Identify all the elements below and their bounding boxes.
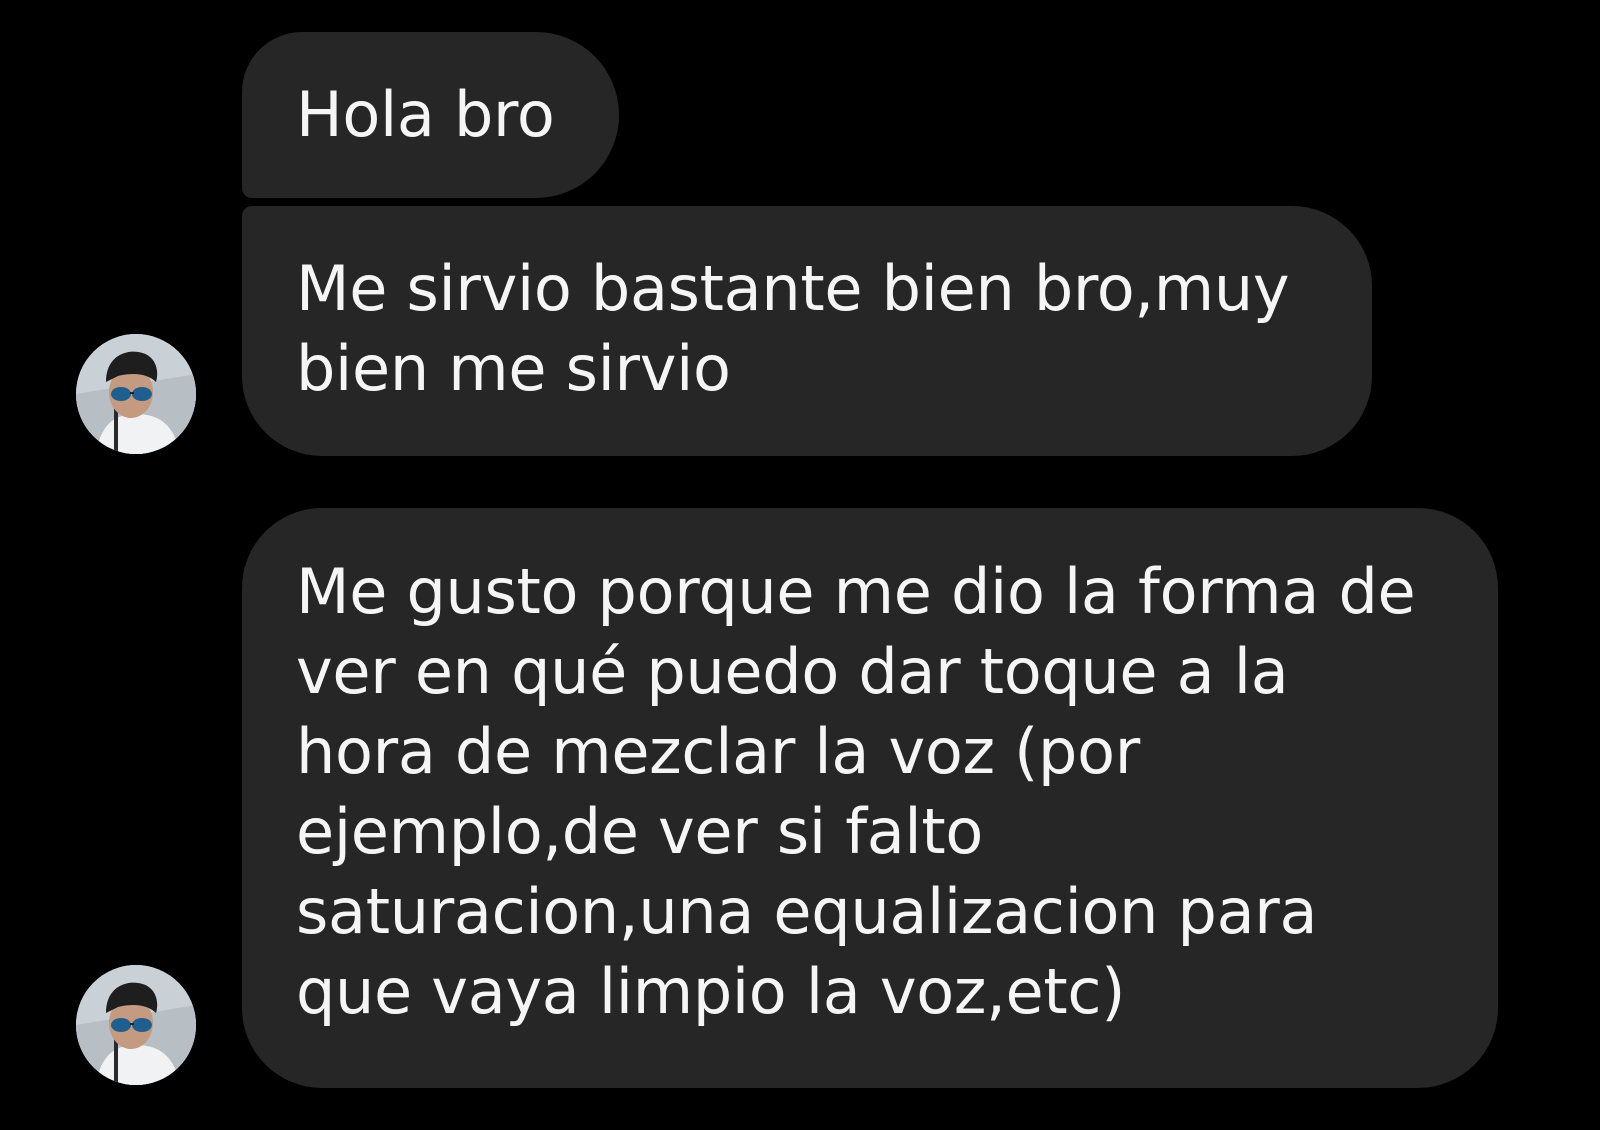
- message-text-line: saturacion,una equalizacion para: [296, 875, 1318, 948]
- message-text-line: bien me sirvio: [296, 332, 731, 405]
- message-text-line: ejemplo,de ver si falto: [296, 795, 983, 868]
- message-text-line: Me sirvio bastante bien bro,muy: [296, 252, 1290, 325]
- message-text-line: Hola bro: [296, 78, 555, 151]
- message-text-line: ver en qué puedo dar toque a la: [296, 635, 1289, 708]
- message-bubble[interactable]: Me gusto porque me dio la forma de ver e…: [242, 508, 1498, 1088]
- message-text-line: hora de mezclar la voz (por: [296, 715, 1140, 788]
- profile-photo-avatar-icon: [76, 965, 196, 1085]
- profile-photo-avatar-icon: [76, 334, 196, 454]
- sender-avatar[interactable]: [76, 965, 196, 1085]
- message-bubble[interactable]: Me sirvio bastante bien bro,muy bien me …: [242, 206, 1372, 456]
- sender-avatar[interactable]: [76, 334, 196, 454]
- message-text-line: que vaya limpio la voz,etc): [296, 955, 1126, 1028]
- message-bubble[interactable]: Hola bro: [242, 32, 619, 198]
- message-text-line: Me gusto porque me dio la forma de: [296, 555, 1416, 628]
- chat-thread: Hola bro Me sirvio bastante bien bro,muy…: [0, 0, 1600, 1130]
